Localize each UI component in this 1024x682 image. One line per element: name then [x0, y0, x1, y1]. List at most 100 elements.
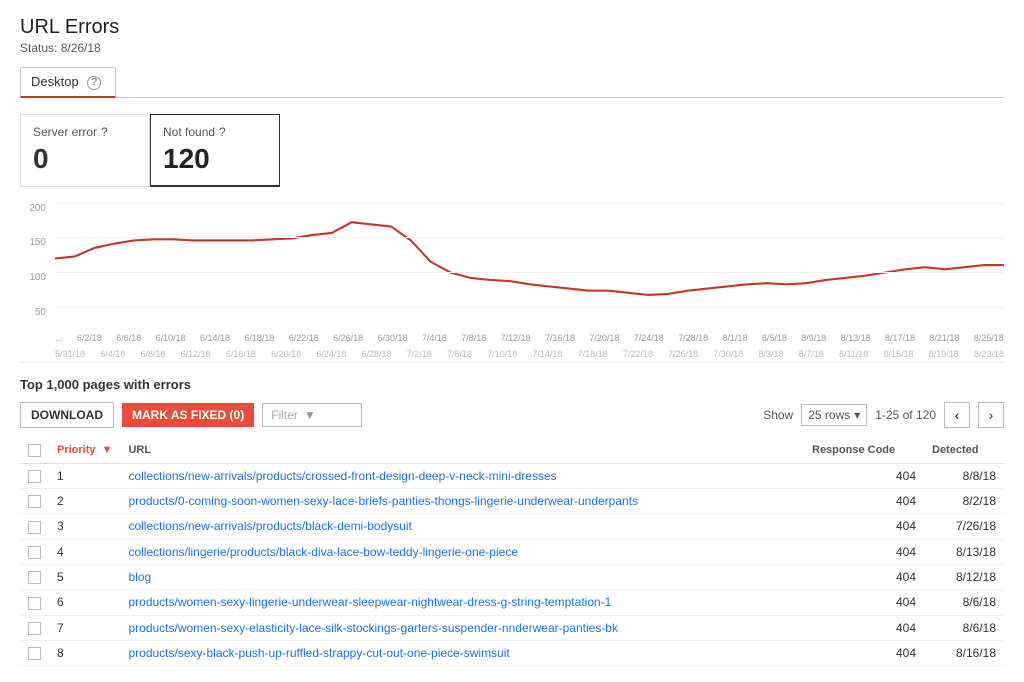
row-url[interactable]: products/women-sexy-lingerie-underwear-s…	[120, 590, 804, 615]
row-priority: 4	[49, 539, 120, 564]
row-checkbox-cell	[20, 615, 49, 640]
grid-line-150	[55, 237, 1004, 238]
col-header-response-code: Response Code	[804, 438, 924, 464]
tab-desktop[interactable]: Desktop ?	[20, 67, 116, 98]
col-header-priority[interactable]: Priority ▼	[49, 438, 120, 464]
row-priority: 7	[49, 615, 120, 640]
row-detected: 8/2/18	[924, 488, 1004, 513]
table-row: 1 collections/new-arrivals/products/cros…	[20, 463, 1004, 488]
row-checkbox-cell	[20, 564, 49, 589]
row-checkbox[interactable]	[28, 521, 41, 534]
server-error-label: Server error ?	[33, 125, 129, 139]
table-toolbar: Download Mark as Fixed (0) Filter ▼ Show…	[20, 402, 1004, 428]
rows-selector[interactable]: 25 rows ▾	[801, 404, 867, 426]
not-found-label: Not found ?	[163, 125, 259, 139]
mark-fixed-button[interactable]: Mark as Fixed (0)	[122, 403, 254, 427]
server-error-value: 0	[33, 143, 129, 175]
row-priority: 8	[49, 640, 120, 665]
row-checkbox[interactable]	[28, 470, 41, 483]
row-response-code: 404	[804, 539, 924, 564]
chart-x-axis: ... 6/2/18 6/6/18 6/10/18 6/14/18 6/18/1…	[55, 330, 1004, 362]
prev-page-button[interactable]: ‹	[944, 402, 970, 428]
row-detected: 8/12/18	[924, 564, 1004, 589]
metrics-row: Server error ? 0 Not found ? 120	[20, 114, 1004, 187]
table-header-row: Priority ▼ URL Response Code Detected	[20, 438, 1004, 464]
row-url[interactable]: collections/lingerie/products/black-diva…	[120, 539, 804, 564]
show-label: Show	[763, 408, 793, 422]
row-detected: 8/16/18	[924, 640, 1004, 665]
col-header-checkbox	[20, 438, 49, 464]
row-response-code: 404	[804, 564, 924, 589]
row-checkbox[interactable]	[28, 622, 41, 635]
table-row: 5 blog 404 8/12/18	[20, 564, 1004, 589]
row-checkbox-cell	[20, 590, 49, 615]
page-title: URL Errors	[20, 16, 1004, 39]
row-response-code: 404	[804, 590, 924, 615]
chart-container: 200 150 100 50 ... 6/2/18 6/6/18 6/10/18…	[20, 203, 1004, 363]
next-page-button[interactable]: ›	[978, 402, 1004, 428]
pagination-info: Show 25 rows ▾ 1-25 of 120 ‹ ›	[763, 402, 1004, 428]
rows-dropdown-icon: ▾	[854, 408, 860, 422]
grid-line-50	[55, 307, 1004, 308]
row-checkbox[interactable]	[28, 571, 41, 584]
col-header-url: URL	[120, 438, 804, 464]
status-text: Status: 8/26/18	[20, 41, 1004, 55]
row-checkbox[interactable]	[28, 546, 41, 559]
row-detected: 8/6/18	[924, 615, 1004, 640]
col-header-detected: Detected	[924, 438, 1004, 464]
row-checkbox-cell	[20, 463, 49, 488]
grid-line-200	[55, 203, 1004, 204]
row-priority: 3	[49, 514, 120, 539]
row-response-code: 404	[804, 463, 924, 488]
chart-svg-area	[55, 203, 1004, 342]
row-priority: 6	[49, 590, 120, 615]
server-error-help-icon[interactable]: ?	[101, 125, 108, 139]
desktop-help-icon[interactable]: ?	[87, 76, 101, 90]
row-url[interactable]: products/0-coming-soon-women-sexy-lace-b…	[120, 488, 804, 513]
row-detected: 7/26/18	[924, 514, 1004, 539]
row-priority: 1	[49, 463, 120, 488]
row-checkbox-cell	[20, 539, 49, 564]
not-found-metric[interactable]: Not found ? 120	[150, 114, 280, 187]
table-body: 1 collections/new-arrivals/products/cros…	[20, 463, 1004, 666]
select-all-checkbox[interactable]	[28, 444, 41, 457]
row-detected: 8/6/18	[924, 590, 1004, 615]
not-found-value: 120	[163, 143, 259, 175]
row-url[interactable]: collections/new-arrivals/products/crosse…	[120, 463, 804, 488]
row-response-code: 404	[804, 488, 924, 513]
row-response-code: 404	[804, 514, 924, 539]
row-url[interactable]: collections/new-arrivals/products/black-…	[120, 514, 804, 539]
pagination-range: 1-25 of 120	[875, 408, 936, 422]
row-checkbox-cell	[20, 488, 49, 513]
chart-y-axis: 200 150 100 50	[20, 203, 50, 342]
table-row: 6 products/women-sexy-lingerie-underwear…	[20, 590, 1004, 615]
row-detected: 8/13/18	[924, 539, 1004, 564]
row-response-code: 404	[804, 640, 924, 665]
row-detected: 8/8/18	[924, 463, 1004, 488]
row-url[interactable]: products/sexy-black-push-up-ruffled-stra…	[120, 640, 804, 665]
table-row: 2 products/0-coming-soon-women-sexy-lace…	[20, 488, 1004, 513]
row-priority: 5	[49, 564, 120, 589]
row-checkbox[interactable]	[28, 647, 41, 660]
table-row: 7 products/women-sexy-elasticity-lace-si…	[20, 615, 1004, 640]
filter-label: Filter	[271, 408, 298, 422]
row-url[interactable]: products/women-sexy-elasticity-lace-silk…	[120, 615, 804, 640]
section-title: Top 1,000 pages with errors	[20, 377, 1004, 392]
row-checkbox[interactable]	[28, 495, 41, 508]
row-response-code: 404	[804, 615, 924, 640]
row-priority: 2	[49, 488, 120, 513]
not-found-help-icon[interactable]: ?	[219, 125, 226, 139]
grid-line-100	[55, 272, 1004, 273]
download-button[interactable]: Download	[20, 402, 114, 428]
filter-icon: ▼	[304, 408, 316, 422]
row-checkbox-cell	[20, 514, 49, 539]
table-row: 3 collections/new-arrivals/products/blac…	[20, 514, 1004, 539]
server-error-metric: Server error ? 0	[20, 114, 150, 187]
row-url[interactable]: blog	[120, 564, 804, 589]
tab-bar: Desktop ?	[20, 67, 1004, 98]
filter-box[interactable]: Filter ▼	[262, 403, 362, 427]
row-checkbox-cell	[20, 640, 49, 665]
table-row: 8 products/sexy-black-push-up-ruffled-st…	[20, 640, 1004, 665]
row-checkbox[interactable]	[28, 597, 41, 610]
table-row: 4 collections/lingerie/products/black-di…	[20, 539, 1004, 564]
